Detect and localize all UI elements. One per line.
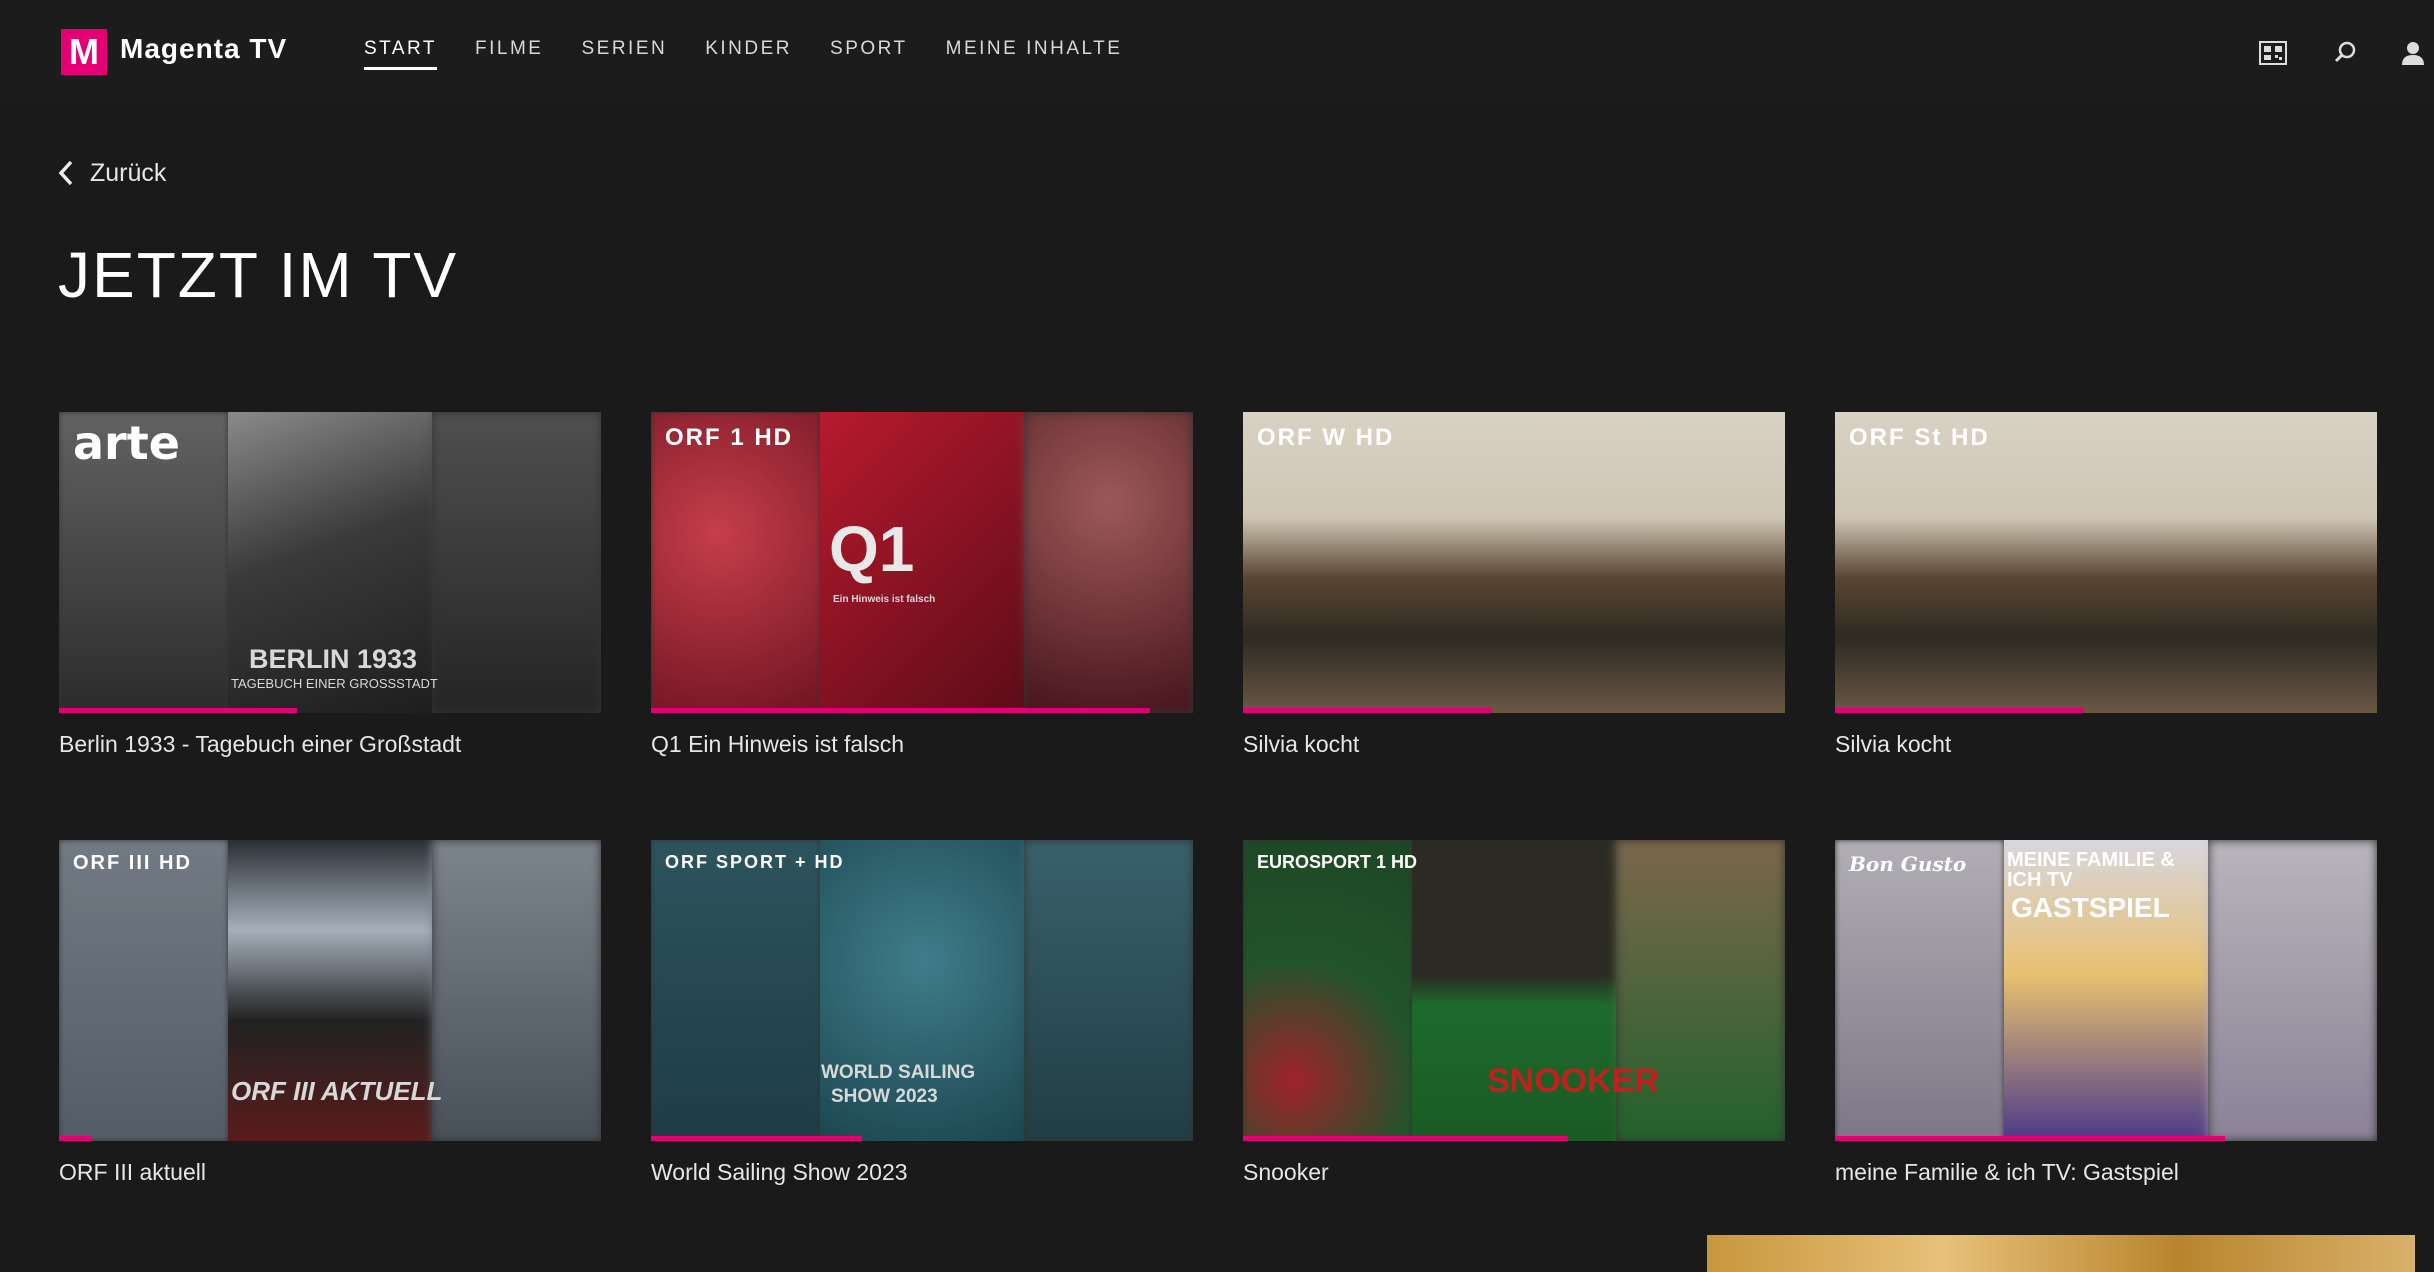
progress-fill [1835, 1136, 2226, 1141]
chevron-left-icon [58, 160, 73, 186]
show-logo-text: BERLIN 1933 [249, 644, 418, 674]
card-thumbnail: Bon Gusto MEINE FAMILIE & ICH TV GASTSPI… [1835, 840, 2377, 1141]
card-thumbnail: ORF SPORT + HD WORLD SAILING SHOW 2023 [651, 840, 1193, 1141]
show-logo-text: Q1 [829, 513, 915, 585]
card-title: Berlin 1933 - Tagebuch einer Großstadt [59, 731, 462, 757]
search-icon[interactable] [2330, 38, 2360, 68]
progress-bar [1835, 1136, 2377, 1141]
progress-fill [59, 1136, 92, 1141]
next-row-card-thumbnail[interactable] [1707, 1235, 2415, 1272]
remote-qr-icon[interactable] [2258, 38, 2288, 68]
show-logo-text: MEINE FAMILIE & ICH TV [2007, 849, 2175, 891]
channel-logo: ORF III HD [73, 852, 192, 874]
progress-fill [1243, 708, 1493, 713]
tv-card[interactable]: ORF W HD Silvia kocht [1243, 412, 1785, 758]
channel-logo: Bon Gusto [1849, 852, 1967, 876]
channel-logo: ORF 1 HD [665, 424, 794, 451]
show-logo-text: SNOOKER [1487, 1062, 1659, 1100]
card-thumbnail: arte BERLIN 1933 TAGEBUCH EINER GROSSSTA… [59, 412, 601, 713]
nav-sport[interactable]: SPORT [830, 38, 908, 70]
progress-fill [59, 708, 298, 713]
nav-start[interactable]: START [364, 38, 438, 70]
channel-logo: arte [73, 416, 180, 470]
channel-logo: ORF St HD [1849, 424, 1990, 451]
show-logo-subtext: SHOW 2023 [831, 1086, 938, 1107]
show-logo-text: ORF III AKTUELL [231, 1076, 443, 1106]
magenta-logo-icon[interactable]: M [61, 29, 107, 75]
back-label: Zurück [90, 158, 167, 187]
channel-logo: EUROSPORT 1 HD [1257, 852, 1418, 872]
tv-card[interactable]: ORF SPORT + HD WORLD SAILING SHOW 2023 W… [651, 840, 1193, 1186]
card-title: Snooker [1243, 1159, 1329, 1185]
progress-fill [1243, 1136, 1569, 1141]
tv-card[interactable]: Bon Gusto MEINE FAMILIE & ICH TV GASTSPI… [1835, 840, 2377, 1186]
show-logo-text: WORLD SAILING [821, 1062, 976, 1083]
show-logo-subtext: GASTSPIEL [2011, 892, 2170, 923]
card-title: Silvia kocht [1835, 731, 1952, 757]
page-title: JETZT IM TV [58, 239, 459, 311]
progress-fill [1835, 708, 2085, 713]
progress-bar [59, 1136, 601, 1141]
tv-card[interactable]: ORF III HD ORF III AKTUELL ORF III aktue… [59, 840, 601, 1186]
tv-card[interactable]: ORF St HD Silvia kocht [1835, 412, 2377, 758]
now-on-tv-grid: arte BERLIN 1933 TAGEBUCH EINER GROSSSTA… [59, 412, 2379, 1186]
back-button[interactable]: Zurück [56, 158, 166, 188]
card-title: ORF III aktuell [59, 1159, 206, 1185]
brand-name[interactable]: Magenta TV [120, 33, 287, 65]
card-title: Q1 Ein Hinweis ist falsch [651, 731, 905, 757]
progress-bar [59, 708, 601, 713]
progress-bar [1243, 1136, 1785, 1141]
top-navigation-bar: M Magenta TV START FILME SERIEN KINDER S… [0, 0, 2434, 104]
card-title: Silvia kocht [1243, 731, 1360, 757]
card-title: meine Familie & ich TV: Gastspiel [1835, 1159, 2179, 1185]
tv-card[interactable]: arte BERLIN 1933 TAGEBUCH EINER GROSSSTA… [59, 412, 601, 758]
show-logo-subtext: TAGEBUCH EINER GROSSSTADT [231, 676, 438, 691]
nav-serien[interactable]: SERIEN [581, 38, 667, 70]
progress-bar [1243, 708, 1785, 713]
nav-filme[interactable]: FILME [475, 38, 543, 70]
tv-card[interactable]: EUROSPORT 1 HD SNOOKER Snooker [1243, 840, 1785, 1186]
progress-fill [651, 708, 1150, 713]
card-thumbnail: ORF W HD [1243, 412, 1785, 713]
card-thumbnail: ORF St HD [1835, 412, 2377, 713]
progress-bar [1835, 708, 2377, 713]
progress-fill [651, 1136, 863, 1141]
card-thumbnail: EUROSPORT 1 HD SNOOKER [1243, 840, 1785, 1141]
nav-kinder[interactable]: KINDER [705, 38, 792, 70]
channel-logo: ORF SPORT + HD [665, 852, 845, 872]
channel-logo: ORF W HD [1257, 424, 1395, 451]
tv-card[interactable]: ORF 1 HD Q1 Ein Hinweis ist falsch Q1 Ei… [651, 412, 1193, 758]
nav-meine-inhalte[interactable]: MEINE INHALTE [946, 38, 1123, 70]
show-logo-subtext: Ein Hinweis ist falsch [833, 594, 936, 605]
card-thumbnail: ORF 1 HD Q1 Ein Hinweis ist falsch [651, 412, 1193, 713]
progress-bar [651, 1136, 1193, 1141]
card-title: World Sailing Show 2023 [651, 1159, 908, 1185]
user-icon[interactable] [2398, 38, 2428, 68]
card-thumbnail: ORF III HD ORF III AKTUELL [59, 840, 601, 1141]
progress-bar [651, 708, 1193, 713]
main-nav: START FILME SERIEN KINDER SPORT MEINE IN… [364, 38, 1122, 70]
